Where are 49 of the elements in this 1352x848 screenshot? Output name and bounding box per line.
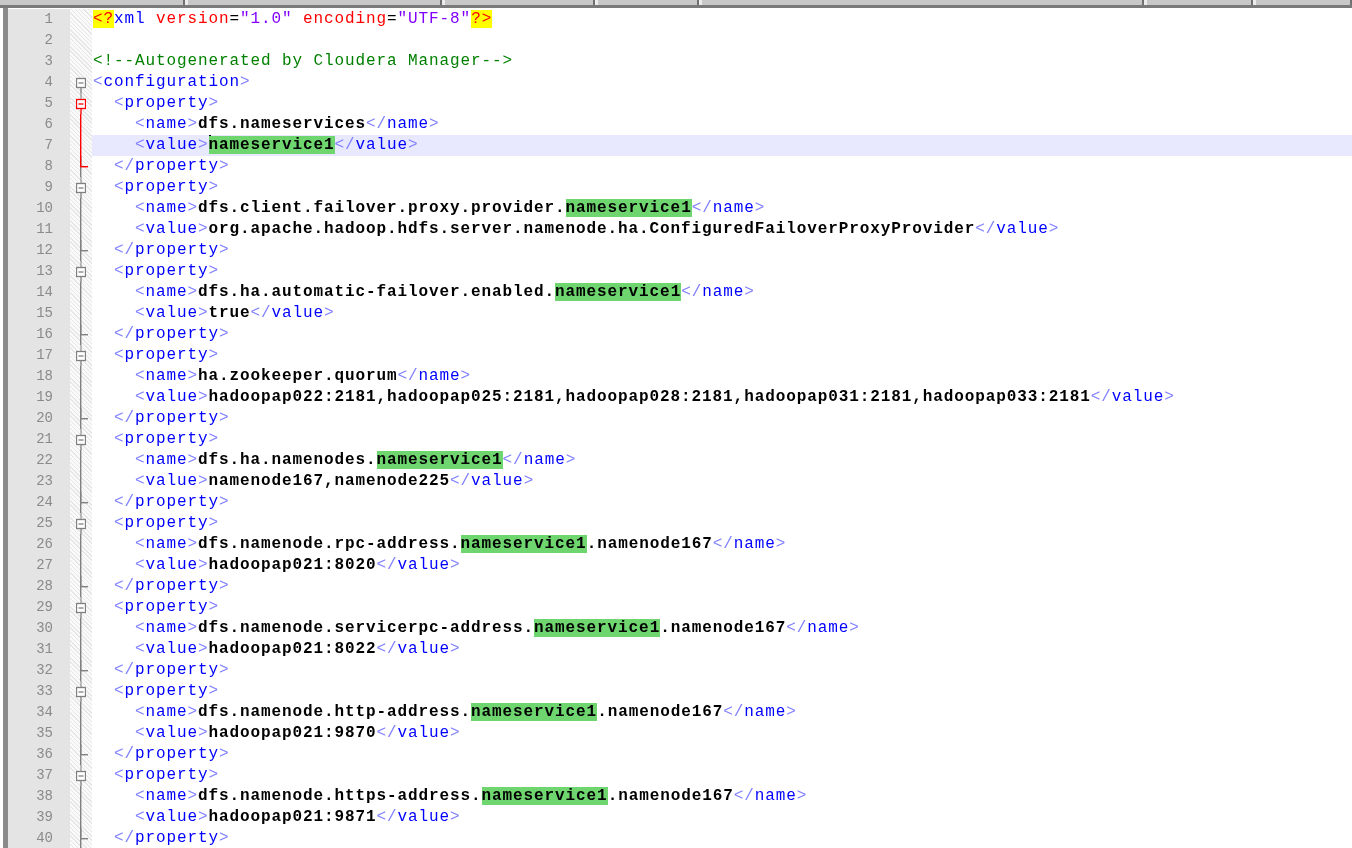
line-number: 35 (35, 724, 54, 743)
line-number: 1 (43, 10, 54, 29)
line-number: 36 (35, 745, 54, 764)
line-number: 30 (35, 619, 54, 638)
line-number: 25 (35, 514, 54, 533)
line-number: 22 (35, 451, 54, 470)
line-number: 39 (35, 808, 54, 827)
line-number: 10 (35, 199, 54, 218)
collapse-icon[interactable] (76, 261, 86, 282)
line-number: 4 (43, 73, 54, 92)
collapse-icon[interactable] (76, 177, 86, 198)
line-number: 38 (35, 787, 54, 806)
collapse-icon[interactable] (76, 681, 86, 702)
line-number: 28 (35, 577, 54, 596)
line-number: 17 (35, 346, 54, 365)
line-number: 7 (43, 136, 54, 155)
collapse-icon[interactable] (76, 597, 86, 618)
line-number: 23 (35, 472, 54, 491)
line-number: 9 (43, 178, 54, 197)
line-number: 11 (35, 220, 54, 239)
line-number: 5 (43, 94, 54, 113)
line-number: 32 (35, 661, 54, 680)
collapse-icon[interactable] (76, 345, 86, 366)
line-number: 21 (35, 430, 54, 449)
line-number: 6 (43, 115, 54, 134)
line-number: 3 (43, 52, 54, 71)
line-number: 15 (35, 304, 54, 323)
collapse-icon[interactable] (76, 93, 86, 114)
line-number: 2 (43, 31, 54, 50)
line-number: 14 (35, 283, 54, 302)
collapse-icon[interactable] (76, 765, 86, 786)
line-number: 26 (35, 535, 54, 554)
line-number: 29 (35, 598, 54, 617)
line-number: 12 (35, 241, 54, 260)
line-number: 13 (35, 262, 54, 281)
line-number: 8 (43, 157, 54, 176)
collapse-icon[interactable] (76, 513, 86, 534)
line-number: 18 (35, 367, 54, 386)
collapse-icon[interactable] (76, 429, 86, 450)
line-number: 24 (35, 493, 54, 512)
line-number: 31 (35, 640, 54, 659)
line-number: 37 (35, 766, 54, 785)
line-number: 40 (35, 829, 54, 848)
line-number: 33 (35, 682, 54, 701)
line-number: 27 (35, 556, 54, 575)
line-number: 20 (35, 409, 54, 428)
line-number: 34 (35, 703, 54, 722)
line-number: 16 (35, 325, 54, 344)
line-number: 19 (35, 388, 54, 407)
